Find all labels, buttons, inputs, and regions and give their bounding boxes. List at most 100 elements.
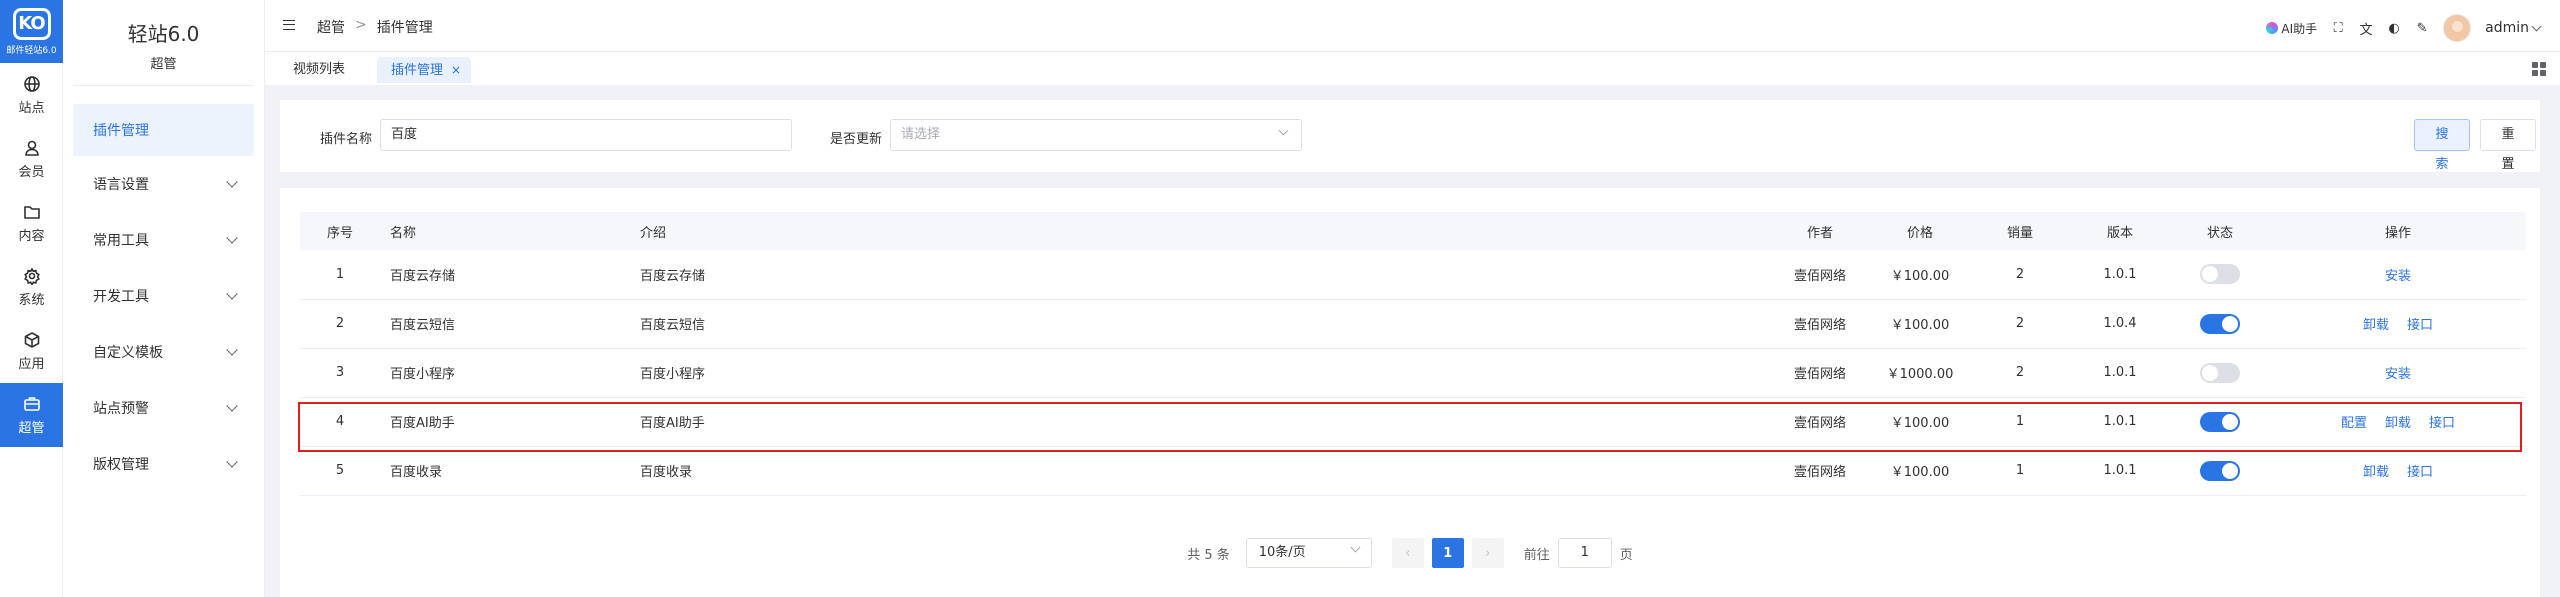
sidebar-subtitle: 超管 (73, 58, 254, 86)
user-name: admin (2485, 20, 2529, 36)
page-number-current[interactable]: 1 (1431, 538, 1464, 568)
cell-actions: 配置 卸载 接口 (2270, 397, 2526, 447)
action-2-link[interactable]: 接口 (2429, 416, 2455, 431)
cell-sales: 1 (1970, 446, 2070, 496)
top-header: 超管 > 插件管理 AI助手 ⛶ 文 ◐ ✎ admin (265, 0, 2560, 52)
user-menu[interactable]: admin (2485, 20, 2542, 36)
reset-button[interactable]: 重置 (2480, 119, 2536, 172)
sidebar-item-label: 站点预警 (93, 401, 149, 417)
cell-no: 3 (300, 348, 380, 398)
status-toggle[interactable] (2200, 460, 2240, 481)
rail-item-app[interactable]: 应用 (0, 319, 63, 383)
col-status: 状态 (2206, 225, 2233, 241)
app-logo[interactable]: KO 邮件轻站6.0 (0, 0, 63, 63)
sidebar-item-1[interactable]: 语言设置 (63, 156, 264, 212)
chevron-down-icon (226, 456, 238, 468)
ai-assistant-icon (2266, 22, 2279, 34)
next-page-button[interactable]: › (1471, 538, 1504, 568)
sidebar-item-5[interactable]: 站点预警 (63, 380, 264, 436)
action-0-link[interactable]: 安装 (2385, 269, 2411, 284)
chevron-down-icon (1350, 542, 1361, 553)
tab-video-list[interactable]: 视频列表 (279, 57, 359, 83)
rail-item-label: 应用 (18, 356, 45, 372)
page-size-select[interactable]: 10条/页 (1245, 538, 1372, 568)
cell-no: 5 (300, 446, 380, 496)
sidebar-item-4[interactable]: 自定义模板 (63, 324, 264, 380)
prev-page-button[interactable]: ‹ (1391, 538, 1424, 568)
rail-item-system[interactable]: 系统 (0, 255, 63, 319)
menu-toggle-icon[interactable] (283, 20, 295, 30)
status-toggle[interactable] (2200, 313, 2240, 334)
search-button[interactable]: 搜索 (2414, 119, 2470, 172)
cell-price: ￥100.00 (1870, 397, 1970, 447)
plugin-name-label: 插件名称 (320, 132, 373, 147)
rail-item-site[interactable]: 站点 (0, 63, 63, 127)
status-toggle[interactable] (2200, 411, 2240, 432)
action-1-link[interactable]: 接口 (2407, 465, 2433, 480)
cell-price: ￥100.00 (1870, 446, 1970, 496)
cell-price: ￥100.00 (1870, 250, 1970, 300)
rail-item-content[interactable]: 内容 (0, 191, 63, 255)
clear-cache-icon[interactable]: ✎ (2415, 21, 2429, 36)
rail-item-member[interactable]: 会员 (0, 127, 63, 191)
sidebar-item-label: 开发工具 (93, 289, 149, 305)
status-toggle[interactable] (2200, 362, 2240, 383)
sidebar-item-6[interactable]: 版权管理 (63, 436, 264, 492)
col-sales: 销量 (2006, 225, 2033, 241)
action-0-link[interactable]: 配置 (2341, 416, 2367, 431)
folder-icon (23, 205, 40, 219)
ai-assistant-label: AI助手 (2281, 21, 2318, 36)
page-unit-label: 页 (1619, 547, 1633, 563)
cell-price: ￥1000.00 (1870, 348, 1970, 398)
close-icon[interactable]: × (451, 63, 461, 77)
cell-name: 百度云短信 (380, 299, 630, 349)
rail-item-admin[interactable]: 超管 (0, 383, 63, 447)
translate-icon[interactable]: 文 (2359, 21, 2373, 38)
tab-plugin-manage[interactable]: 插件管理 × (377, 57, 472, 83)
cell-sales: 2 (1970, 250, 2070, 300)
cell-actions: 卸载 接口 (2270, 299, 2526, 349)
avatar[interactable] (2443, 14, 2472, 42)
cell-author: 壹佰网络 (1770, 299, 1870, 349)
apps-grid-icon[interactable] (2532, 62, 2546, 76)
update-select[interactable]: 请选择 (890, 119, 1302, 151)
plugin-table: 序号 名称 介绍 作者 价格 销量 版本 状态 操作 1 百度云存储 百度云存储 壹佰… (300, 212, 2526, 496)
ai-assistant-button[interactable]: AI助手 (2266, 20, 2317, 37)
goto-page: 前往 1 页 (1524, 538, 1633, 568)
cell-actions: 安装 (2270, 250, 2526, 300)
action-0-link[interactable]: 卸载 (2363, 465, 2389, 480)
chevron-down-icon (226, 288, 238, 300)
action-1-link[interactable]: 接口 (2407, 318, 2433, 333)
table-row: 2 百度云短信 百度云短信 壹佰网络 ￥100.00 2 1.0.4 卸载 接口 (300, 299, 2526, 349)
search-form: 插件名称 百度 是否更新 请选择 搜索 重置 (280, 100, 2540, 172)
chevron-down-icon (226, 232, 238, 244)
breadcrumb-item-admin[interactable]: 超管 (317, 17, 345, 37)
page-size-value: 10条/页 (1258, 545, 1306, 560)
cell-author: 壹佰网络 (1770, 250, 1870, 300)
sidebar-item-label: 版权管理 (93, 457, 149, 473)
action-1-link[interactable]: 卸载 (2385, 416, 2411, 431)
fullscreen-icon[interactable]: ⛶ (2331, 21, 2345, 36)
col-intro: 介绍 (640, 225, 667, 241)
cell-author: 壹佰网络 (1770, 348, 1870, 398)
user-icon (24, 140, 39, 156)
goto-page-input[interactable]: 1 (1557, 538, 1612, 568)
table-row: 3 百度小程序 百度小程序 壹佰网络 ￥1000.00 2 1.0.1 安装 (300, 348, 2526, 398)
cell-version: 1.0.1 (2070, 397, 2170, 447)
sidebar-item-0[interactable]: 插件管理 (73, 104, 254, 156)
sidebar-item-2[interactable]: 常用工具 (63, 212, 264, 268)
sidebar-item-3[interactable]: 开发工具 (63, 268, 264, 324)
action-0-link[interactable]: 安装 (2385, 367, 2411, 382)
status-toggle[interactable] (2200, 264, 2240, 285)
cell-sales: 1 (1970, 397, 2070, 447)
icon-rail: KO 邮件轻站6.0 站点 会员内容系统应用超管 (0, 0, 63, 597)
action-0-link[interactable]: 卸载 (2363, 318, 2389, 333)
rail-item-label: 内容 (18, 228, 45, 244)
rail-item-label: 系统 (18, 292, 45, 308)
cell-no: 4 (300, 397, 380, 447)
sidebar: 轻站6.0 超管 插件管理 语言设置 常用工具 开发工具 自定义模板 站点预警 版权管理 (63, 0, 265, 597)
sidebar-item-label: 语言设置 (93, 177, 149, 193)
palette-icon[interactable]: ◐ (2387, 21, 2401, 36)
plugin-name-input[interactable]: 百度 (380, 119, 792, 151)
tabs-bar: 视频列表 插件管理 × (265, 52, 2560, 85)
